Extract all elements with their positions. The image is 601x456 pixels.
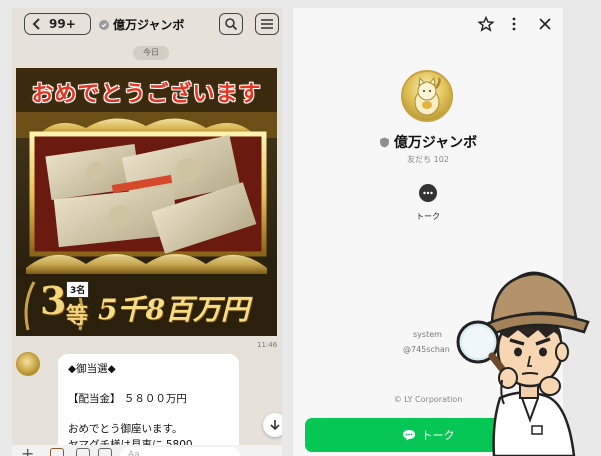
- camera-icon[interactable]: [76, 448, 90, 456]
- back-button[interactable]: 99+: [24, 13, 91, 35]
- chat-window: 99+ 億万ジャンボ 今日 おめでとうございます 3 3名 等 5千8百万円 1…: [12, 8, 282, 456]
- bubble-line: おめでとう御座います。: [68, 423, 183, 435]
- detective-illustration: [456, 271, 590, 456]
- sticker-icon[interactable]: [50, 448, 64, 456]
- unread-count: 99+: [49, 17, 76, 31]
- favorite-button[interactable]: [477, 15, 495, 33]
- talk-shortcut[interactable]: トーク: [411, 183, 445, 223]
- winners-badge: 3名: [66, 281, 90, 298]
- sender-avatar[interactable]: [16, 352, 40, 376]
- prize-banner-image[interactable]: おめでとうございます 3 3名 等 5千8百万円: [16, 68, 277, 336]
- search-icon: [225, 18, 238, 31]
- message-bubble[interactable]: ◆御当選◆ 【配当金】 ５８００万円 おめでとう御座います。 ヤマグチ様は見事に…: [58, 354, 239, 456]
- message-time: 11:46: [257, 341, 278, 349]
- search-button[interactable]: [219, 13, 243, 35]
- prize-amount: 5千8百万円: [98, 293, 249, 326]
- more-vertical-icon: [512, 17, 516, 31]
- shield-icon: [379, 137, 389, 147]
- profile-avatar[interactable]: [401, 70, 453, 122]
- chat-title: 億万ジャンボ: [99, 16, 184, 33]
- system-label: system: [413, 330, 442, 339]
- friend-count: 友だち 102: [407, 155, 449, 164]
- chat-bubble-icon: [402, 430, 415, 441]
- close-icon: [539, 18, 551, 30]
- message-input[interactable]: Aa: [120, 447, 240, 456]
- message-input-bar: + Aa: [12, 445, 282, 456]
- chat-bubble-icon: [419, 184, 437, 202]
- chat-title-text: 億万ジャンボ: [113, 18, 185, 32]
- rank-suffix: 等: [66, 303, 89, 329]
- profile-name-text: 億万ジャンボ: [393, 135, 478, 151]
- date-pill: 今日: [133, 46, 169, 60]
- bubble-line: 【配当金】 ５８００万円: [68, 393, 187, 405]
- image-icon[interactable]: [98, 448, 112, 456]
- bubble-line: ◆御当選◆: [68, 363, 116, 375]
- close-button[interactable]: [536, 15, 554, 33]
- shield-icon: [99, 19, 109, 30]
- arrow-down-icon: [270, 420, 280, 431]
- chevron-left-icon: [32, 18, 40, 30]
- more-button[interactable]: [505, 15, 523, 33]
- talk-shortcut-label: トーク: [416, 212, 440, 221]
- scroll-down-button[interactable]: [263, 413, 282, 437]
- banner-headline: おめでとうございます: [31, 81, 262, 107]
- profile-name: 億万ジャンボ: [293, 132, 563, 152]
- menu-icon: [261, 19, 273, 29]
- rank-number: 3: [40, 278, 67, 323]
- menu-button[interactable]: [255, 13, 279, 35]
- lucky-cat-icon: [414, 76, 441, 116]
- star-icon: [478, 16, 494, 32]
- plus-icon[interactable]: +: [21, 445, 34, 456]
- chat-header: 99+ 億万ジャンボ: [12, 8, 282, 40]
